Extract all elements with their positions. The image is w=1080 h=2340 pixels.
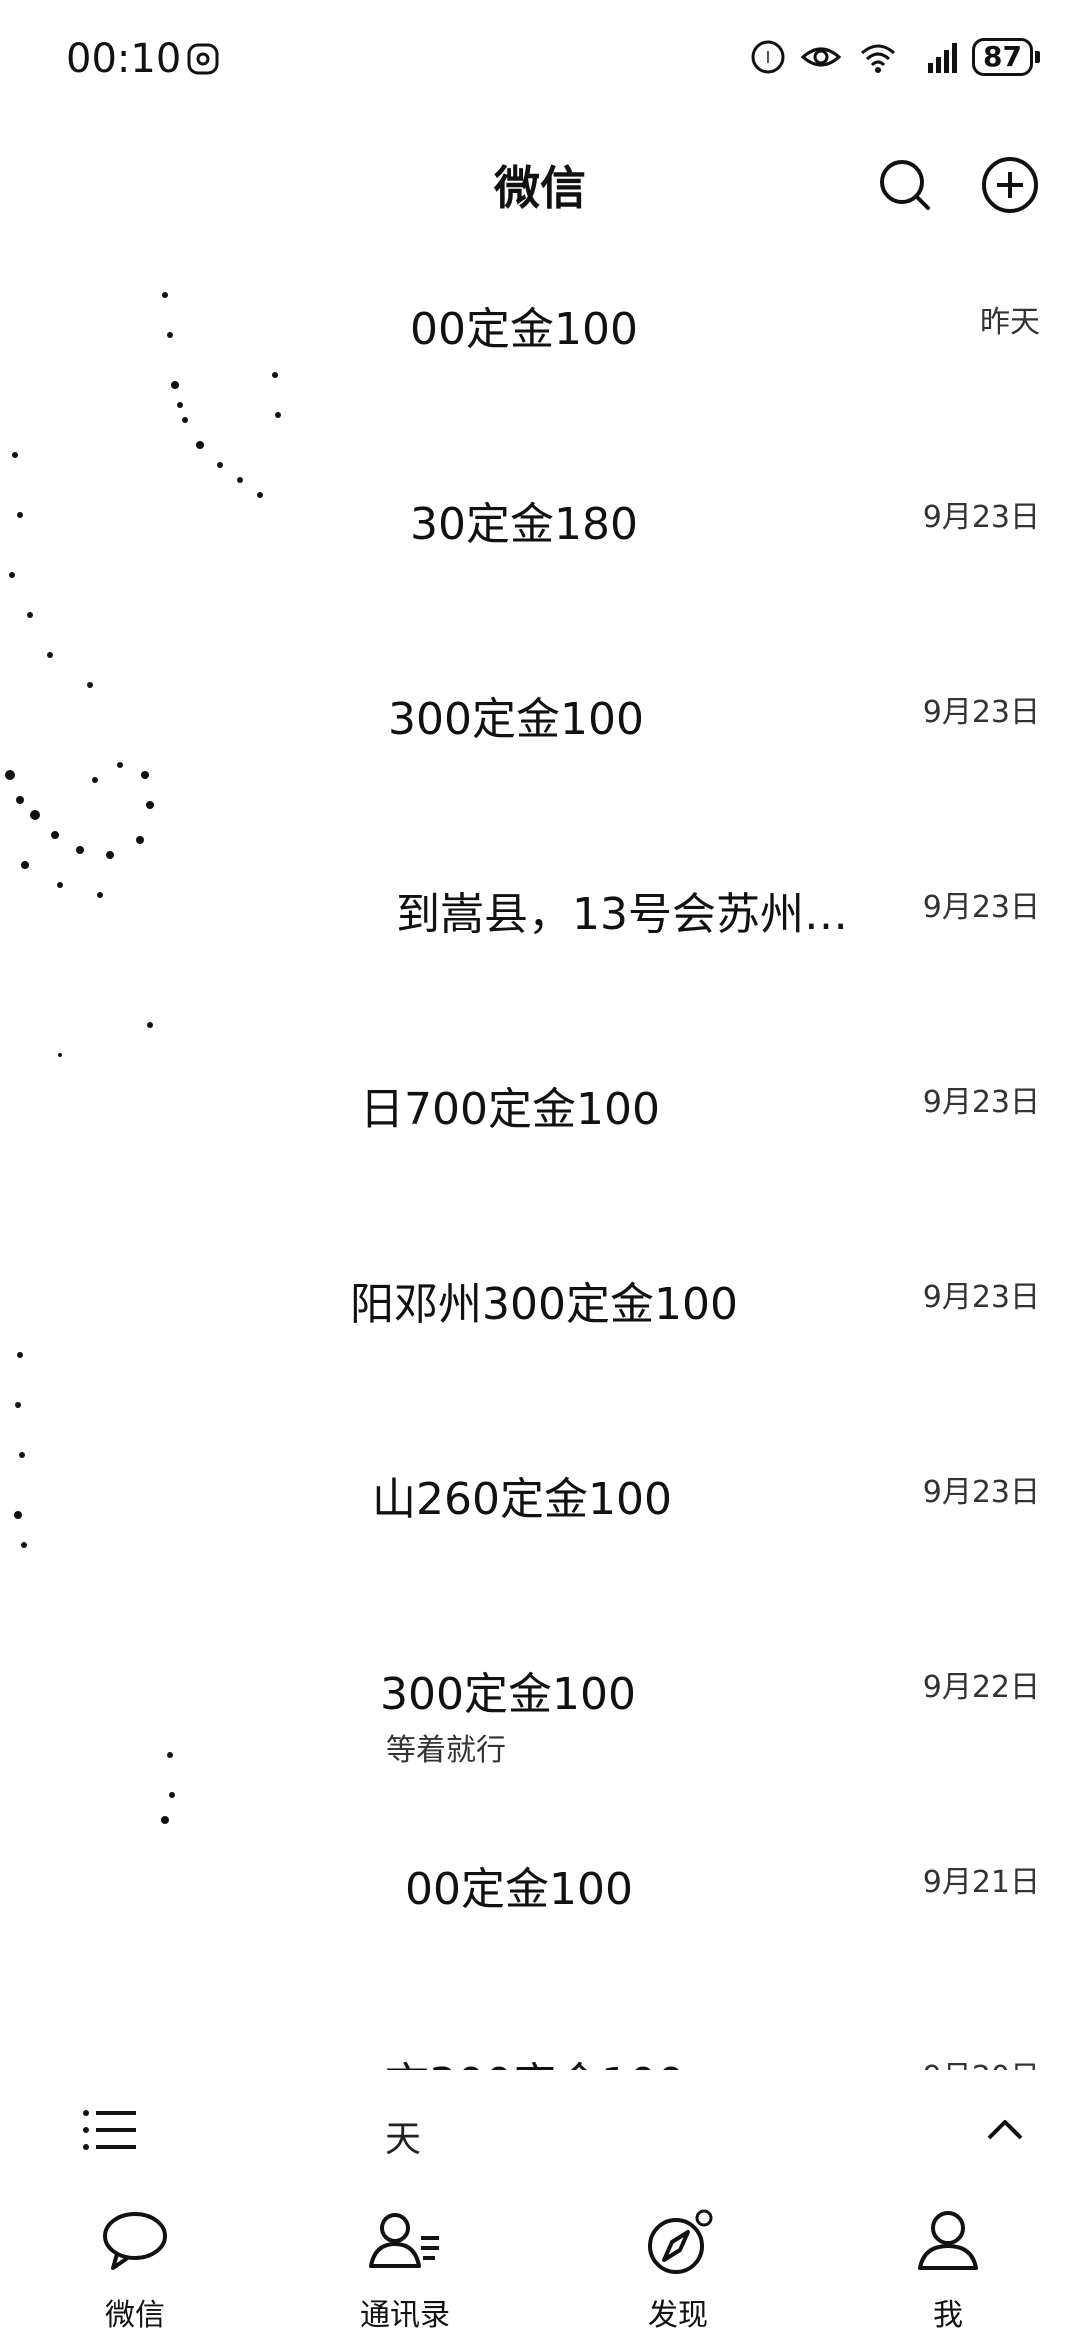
- chat-list: 00定金100 昨天 30定金180 9月23日 300定金100 9月23日 …: [0, 255, 1080, 2070]
- chat-time: 9月23日: [922, 695, 1040, 730]
- person-icon: [918, 2211, 978, 2270]
- battery-level: 87: [972, 38, 1033, 76]
- hd-call-icon: l: [751, 40, 785, 74]
- tab-contacts[interactable]: 通讯录: [305, 2190, 505, 2340]
- folded-bar-label: 天: [385, 2119, 422, 2160]
- status-icons: l 87: [750, 38, 1040, 76]
- tab-label: 发现: [648, 2298, 708, 2333]
- status-time: 00:10: [66, 36, 182, 82]
- search-icon[interactable]: [870, 150, 940, 220]
- chat-bubble-icon: [103, 2212, 167, 2270]
- chat-time: 9月21日: [922, 1865, 1040, 1900]
- chat-preview: 300定金100: [380, 1669, 636, 1720]
- tab-label: 通讯录: [360, 2298, 450, 2333]
- title-bar: 微信: [0, 130, 1080, 240]
- folded-chats-bar[interactable]: 天: [0, 2070, 1080, 2190]
- compass-icon: [648, 2209, 713, 2274]
- chat-preview: 到嵩县，13号会苏州…: [396, 889, 848, 940]
- tab-label: 我: [933, 2298, 963, 2333]
- chat-time: 9月22日: [922, 1670, 1040, 1705]
- signal-icon: [928, 43, 958, 73]
- chat-subtext: 等着就行: [386, 1733, 506, 1768]
- eye-icon: [800, 47, 842, 67]
- status-bar: 00:10 l 87: [0, 0, 1080, 120]
- bottom-tab-bar: 微信 通讯录 发现 我: [0, 2190, 1080, 2340]
- chat-time: 9月20日: [923, 2052, 1040, 2070]
- chat-time: 9月23日: [922, 1475, 1040, 1510]
- battery-indicator: 87: [972, 38, 1040, 76]
- tab-chats[interactable]: 微信: [35, 2190, 235, 2340]
- chat-time: 9月23日: [922, 1280, 1040, 1315]
- chat-preview: 阳邓州300定金100: [350, 1279, 738, 1330]
- notification-app-icon: [187, 43, 219, 75]
- chat-time: 9月23日: [922, 500, 1040, 535]
- add-circle-icon[interactable]: [975, 150, 1045, 220]
- chat-time: 9月23日: [922, 890, 1040, 925]
- wifi-icon: [861, 44, 896, 73]
- battery-tip: [1035, 51, 1040, 63]
- chat-preview: 00定金100: [405, 1864, 633, 1915]
- avatar-fragments: [5, 292, 281, 1824]
- list-menu-icon[interactable]: [82, 2108, 138, 2152]
- chat-preview: 日700定金100: [360, 1084, 660, 1135]
- chat-preview: 山260定金100: [372, 1474, 672, 1525]
- svg-text:l: l: [766, 48, 770, 67]
- tab-discover[interactable]: 发现: [578, 2190, 778, 2340]
- chat-time: 昨天: [980, 305, 1040, 340]
- chat-time: 9月23日: [922, 1085, 1040, 1120]
- chat-preview: 市300定金100: [385, 2048, 685, 2070]
- chevron-up-icon[interactable]: [985, 2110, 1025, 2150]
- chat-preview: 30定金180: [410, 499, 638, 550]
- tab-label: 微信: [105, 2298, 165, 2333]
- chat-preview: 300定金100: [388, 694, 644, 745]
- tab-me[interactable]: 我: [848, 2190, 1048, 2340]
- chat-preview: 00定金100: [410, 304, 638, 355]
- contacts-icon: [369, 2213, 439, 2268]
